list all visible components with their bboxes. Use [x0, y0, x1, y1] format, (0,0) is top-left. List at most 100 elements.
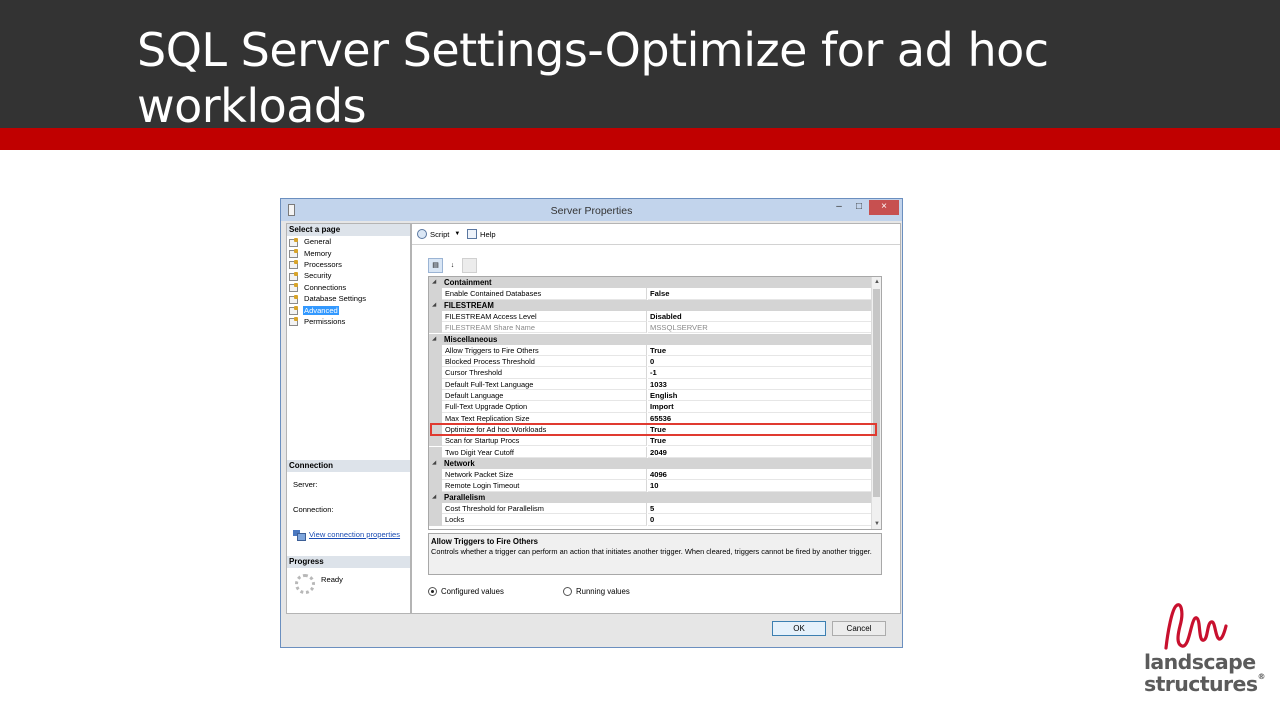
property-name: Cost Threshold for Parallelism	[442, 503, 647, 515]
property-row[interactable]: Default Full-Text Language 1033	[429, 378, 872, 390]
property-name: Scan for Startup Procs	[442, 435, 647, 447]
property-row[interactable]: Allow Triggers to Fire Others True	[429, 344, 872, 357]
connection-header: Connection	[287, 460, 410, 472]
page-item-security[interactable]: Security	[289, 270, 407, 281]
page-wrench-icon	[289, 306, 299, 316]
collapse-toggle-icon[interactable]: ◢	[432, 300, 436, 311]
category-row[interactable]: ◢ Containment	[429, 277, 872, 289]
property-value[interactable]: MSSQLSERVER	[648, 322, 872, 334]
property-row[interactable]: FILESTREAM Access Level Disabled	[429, 310, 872, 323]
property-value[interactable]: 10	[648, 480, 872, 492]
property-row[interactable]: Full-Text Upgrade Option Import	[429, 401, 872, 413]
running-values-radio[interactable]	[563, 587, 572, 596]
configured-values-option[interactable]: Configured values	[428, 587, 504, 596]
property-row[interactable]: Enable Contained Databases False	[429, 288, 872, 300]
row-margin	[429, 514, 442, 526]
property-name: Full-Text Upgrade Option	[442, 401, 647, 413]
row-margin	[429, 367, 442, 379]
property-row[interactable]: Network Packet Size 4096	[429, 469, 872, 481]
page-wrench-icon	[289, 249, 299, 259]
property-value[interactable]: Disabled	[648, 311, 872, 323]
scroll-up-icon[interactable]: ▲	[872, 277, 881, 287]
running-values-option[interactable]: Running values	[563, 587, 630, 596]
page-item-memory[interactable]: Memory	[289, 247, 407, 259]
category-label: Containment	[444, 278, 492, 287]
close-button[interactable]: ×	[869, 200, 899, 215]
property-value[interactable]: English	[648, 390, 872, 402]
registered-mark: ®	[1257, 672, 1265, 681]
scroll-thumb[interactable]	[873, 289, 880, 497]
property-value[interactable]: 0	[648, 514, 872, 526]
alphabetical-sort-icon[interactable]: ↓	[445, 258, 460, 273]
page-item-general[interactable]: General	[289, 236, 407, 247]
category-label: FILESTREAM	[444, 300, 494, 310]
page-item-advanced[interactable]: Advanced	[289, 304, 407, 316]
property-value[interactable]: 4096	[648, 469, 872, 481]
property-row[interactable]: Locks 0	[429, 514, 872, 526]
row-margin	[429, 322, 442, 334]
row-margin	[429, 390, 442, 402]
property-name: Two Digit Year Cutoff	[442, 446, 647, 458]
page-wrench-icon	[289, 260, 299, 270]
page-wrench-icon	[289, 237, 299, 247]
page-item-label: Database Settings	[304, 294, 367, 304]
property-value[interactable]: -1	[648, 367, 872, 379]
property-pages-icon[interactable]	[462, 258, 477, 273]
highlight-box	[430, 422, 877, 436]
connection-properties-icon	[293, 530, 306, 541]
page-item-connections[interactable]: Connections	[289, 282, 407, 293]
property-row[interactable]: FILESTREAM Share Name MSSQLSERVER	[429, 322, 872, 334]
view-connection-properties-link[interactable]: View connection properties	[293, 530, 401, 541]
category-row[interactable]: ◢ Network	[429, 457, 872, 470]
page-item-database-settings[interactable]: Database Settings	[289, 293, 407, 304]
grid-view-tools: ▤ ↓	[428, 258, 479, 273]
property-row[interactable]: Default Language English	[429, 390, 872, 402]
script-dropdown-icon[interactable]: ▼	[454, 231, 460, 237]
category-row[interactable]: ◢ FILESTREAM	[429, 299, 872, 311]
collapse-toggle-icon[interactable]: ◢	[432, 277, 436, 288]
property-value[interactable]: 0	[648, 356, 872, 368]
category-row[interactable]: ◢ Miscellaneous	[429, 333, 872, 345]
description-pane: Allow Triggers to Fire Others Controls w…	[428, 533, 882, 575]
row-margin	[429, 480, 442, 492]
collapse-toggle-icon[interactable]: ◢	[432, 334, 436, 345]
script-icon	[417, 229, 427, 239]
property-value[interactable]: 1033	[648, 379, 872, 390]
help-button[interactable]: Help	[467, 229, 496, 239]
property-value[interactable]: False	[648, 288, 872, 300]
logo-line-2: structures®	[1144, 672, 1266, 696]
page-item-label: Connections	[304, 282, 347, 292]
right-pane: Script ▼ Help ▤ ↓ Locks 0 Cost Threshold f…	[411, 223, 901, 614]
category-row[interactable]: ◢ Parallelism	[429, 491, 872, 503]
property-row[interactable]: Scan for Startup Procs True	[429, 435, 872, 447]
maximize-button[interactable]: □	[849, 200, 869, 215]
view-connection-properties-label: View connection properties	[309, 530, 401, 539]
property-row[interactable]: Two Digit Year Cutoff 2049	[429, 446, 872, 458]
script-button[interactable]: Script ▼	[417, 229, 460, 239]
property-value[interactable]: 2049	[648, 447, 872, 458]
page-item-processors[interactable]: Processors	[289, 259, 407, 270]
page-item-label: Advanced	[303, 305, 339, 315]
property-value[interactable]: Import	[648, 401, 872, 413]
property-row[interactable]: Blocked Process Threshold 0	[429, 356, 872, 368]
server-properties-dialog: Server Properties – □ × Select a page Ge…	[280, 198, 903, 648]
collapse-toggle-icon[interactable]: ◢	[432, 458, 436, 469]
property-value[interactable]: True	[648, 435, 872, 447]
collapse-toggle-icon[interactable]: ◢	[432, 492, 436, 503]
property-row[interactable]: Cursor Threshold -1	[429, 367, 872, 379]
window-titlebar[interactable]: Server Properties – □ ×	[281, 199, 902, 221]
ok-button[interactable]: OK	[772, 621, 826, 636]
cancel-button[interactable]: Cancel	[832, 621, 886, 636]
property-grid-scrollbar[interactable]: ▲ ▼	[871, 277, 881, 529]
property-row[interactable]: Cost Threshold for Parallelism 5	[429, 503, 872, 515]
page-item-label: General	[304, 237, 332, 247]
configured-values-radio[interactable]	[428, 587, 437, 596]
scroll-down-icon[interactable]: ▼	[872, 519, 881, 529]
property-value[interactable]: True	[648, 345, 872, 357]
minimize-button[interactable]: –	[829, 200, 849, 215]
categorized-view-icon[interactable]: ▤	[428, 258, 443, 273]
property-row[interactable]: Remote Login Timeout 10	[429, 480, 872, 492]
page-item-permissions[interactable]: Permissions	[289, 316, 407, 327]
description-text: Controls whether a trigger can perform a…	[431, 547, 872, 556]
property-value[interactable]: 5	[648, 503, 872, 515]
